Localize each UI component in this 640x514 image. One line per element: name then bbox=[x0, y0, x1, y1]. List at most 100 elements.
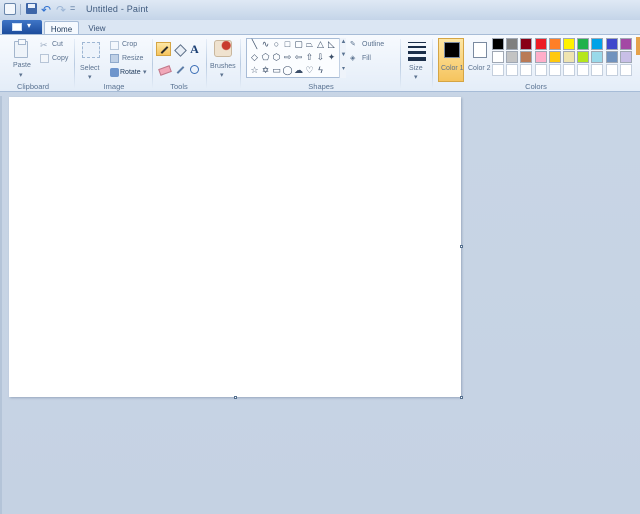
palette-swatch[interactable] bbox=[577, 38, 590, 50]
heart-shape-icon[interactable]: ♡ bbox=[304, 66, 315, 75]
palette-swatch[interactable] bbox=[492, 38, 504, 50]
rounded-rectangle-shape-icon[interactable]: ▢ bbox=[293, 40, 304, 49]
group-divider bbox=[240, 39, 241, 89]
group-divider bbox=[152, 39, 153, 89]
size-button[interactable]: Size ▾ bbox=[406, 38, 428, 81]
text-tool-icon[interactable]: A bbox=[187, 42, 202, 56]
five-point-star-shape-icon[interactable]: ☆ bbox=[249, 66, 260, 75]
four-point-star-shape-icon[interactable]: ✦ bbox=[326, 53, 337, 62]
customize-menu-icon[interactable]: = bbox=[70, 3, 75, 13]
resize-icon[interactable] bbox=[110, 54, 119, 63]
palette-swatch[interactable] bbox=[619, 38, 632, 50]
curve-shape-icon[interactable]: ∿ bbox=[260, 40, 271, 49]
palette-swatch[interactable] bbox=[605, 38, 618, 50]
palette-swatch[interactable] bbox=[591, 38, 604, 50]
paint-menu-button[interactable]: ▾ bbox=[2, 20, 42, 34]
up-arrow-shape-icon[interactable]: ⇧ bbox=[304, 53, 315, 62]
size-thick-line bbox=[408, 51, 426, 54]
pentagon-shape-icon[interactable]: ⬠ bbox=[260, 53, 271, 62]
copy-button[interactable]: Copy bbox=[52, 55, 68, 62]
right-triangle-shape-icon[interactable]: ◺ bbox=[326, 40, 337, 49]
expand-gallery-icon[interactable]: ▾ bbox=[340, 65, 347, 72]
palette-swatch[interactable] bbox=[534, 51, 547, 63]
fill-button[interactable]: Fill bbox=[362, 55, 371, 62]
fill-bucket-icon[interactable] bbox=[172, 42, 187, 56]
magnifier-icon[interactable] bbox=[187, 62, 202, 76]
paste-button[interactable]: Paste ▾ bbox=[8, 38, 36, 80]
color2-button[interactable]: Color 2 bbox=[466, 38, 492, 82]
palette-swatch[interactable] bbox=[563, 51, 575, 63]
polygon-shape-icon[interactable]: ⏢ bbox=[304, 40, 315, 49]
scroll-down-icon[interactable]: ▼ bbox=[340, 52, 347, 58]
custom-color-slot[interactable] bbox=[534, 64, 547, 76]
custom-color-slot[interactable] bbox=[520, 64, 533, 76]
scissors-icon[interactable]: ✂ bbox=[40, 40, 49, 50]
oval-callout-shape-icon[interactable]: ◯ bbox=[282, 66, 293, 75]
eraser-icon[interactable] bbox=[156, 62, 171, 76]
outline-icon[interactable]: ✎ bbox=[350, 40, 356, 48]
palette-swatch[interactable] bbox=[506, 51, 519, 63]
diamond-shape-icon[interactable]: ◇ bbox=[249, 53, 260, 62]
color1-button[interactable]: Color 1 bbox=[438, 38, 464, 82]
crop-button[interactable]: Crop bbox=[122, 41, 137, 48]
rectangle-shape-icon[interactable]: □ bbox=[282, 40, 293, 49]
six-point-star-shape-icon[interactable]: ✡ bbox=[260, 66, 271, 75]
right-arrow-shape-icon[interactable]: ⇨ bbox=[282, 53, 293, 62]
resize-button[interactable]: Resize bbox=[122, 55, 143, 62]
shapes-scrollbar[interactable]: ▲ ▼ ▾ bbox=[339, 38, 346, 78]
palette-swatch[interactable] bbox=[492, 51, 504, 63]
crop-icon[interactable] bbox=[110, 41, 119, 50]
edit-colors-button[interactable] bbox=[636, 37, 640, 55]
down-arrow-shape-icon[interactable]: ⇩ bbox=[315, 53, 326, 62]
pencil-icon[interactable] bbox=[156, 42, 171, 56]
save-icon[interactable] bbox=[26, 3, 37, 14]
brushes-button[interactable]: Brushes ▾ bbox=[210, 38, 236, 82]
palette-swatch[interactable] bbox=[563, 38, 575, 50]
fill-icon[interactable]: ◈ bbox=[350, 54, 355, 62]
rotate-icon[interactable] bbox=[110, 68, 119, 77]
canvas-resize-handle-bottom[interactable] bbox=[234, 396, 237, 399]
palette-swatch[interactable] bbox=[520, 38, 533, 50]
custom-color-slot[interactable] bbox=[492, 64, 504, 76]
left-arrow-shape-icon[interactable]: ⇦ bbox=[293, 53, 304, 62]
chevron-down-icon: ▾ bbox=[414, 74, 418, 81]
palette-swatch[interactable] bbox=[605, 51, 618, 63]
palette-swatch[interactable] bbox=[534, 38, 547, 50]
palette-swatch[interactable] bbox=[591, 51, 604, 63]
custom-color-slot[interactable] bbox=[605, 64, 618, 76]
cut-button[interactable]: Cut bbox=[52, 41, 63, 48]
rounded-callout-shape-icon[interactable]: ▭ bbox=[271, 66, 282, 75]
select-button[interactable]: Select ▾ bbox=[80, 40, 104, 81]
palette-swatch[interactable] bbox=[619, 51, 632, 63]
lightning-shape-icon[interactable]: ϟ bbox=[315, 66, 326, 75]
palette-swatch[interactable] bbox=[548, 51, 561, 63]
copy-icon[interactable] bbox=[40, 54, 49, 63]
oval-shape-icon[interactable]: ○ bbox=[271, 40, 282, 49]
custom-color-slot[interactable] bbox=[619, 64, 632, 76]
palette-swatch[interactable] bbox=[506, 38, 519, 50]
custom-color-slot[interactable] bbox=[577, 64, 590, 76]
redo-icon[interactable]: ↷ bbox=[56, 3, 66, 17]
palette-swatch[interactable] bbox=[548, 38, 561, 50]
paint-app-icon[interactable] bbox=[4, 3, 16, 15]
canvas-resize-handle-right[interactable] bbox=[460, 245, 463, 248]
rotate-button[interactable]: Rotate bbox=[120, 69, 141, 76]
tab-view[interactable]: View bbox=[82, 21, 112, 35]
custom-color-slot[interactable] bbox=[591, 64, 604, 76]
scroll-up-icon[interactable]: ▲ bbox=[340, 39, 347, 45]
line-shape-icon[interactable]: ╲ bbox=[249, 40, 260, 49]
hexagon-shape-icon[interactable]: ⬡ bbox=[271, 53, 282, 62]
custom-color-slot[interactable] bbox=[506, 64, 519, 76]
outline-button[interactable]: Outline bbox=[362, 41, 384, 48]
cloud-callout-shape-icon[interactable]: ☁ bbox=[293, 66, 304, 75]
palette-swatch[interactable] bbox=[577, 51, 590, 63]
custom-color-slot[interactable] bbox=[563, 64, 575, 76]
custom-color-slot[interactable] bbox=[548, 64, 561, 76]
drawing-canvas[interactable] bbox=[9, 97, 461, 397]
triangle-shape-icon[interactable]: △ bbox=[315, 40, 326, 49]
tab-home[interactable]: Home bbox=[44, 21, 79, 35]
canvas-resize-handle-corner[interactable] bbox=[460, 396, 463, 399]
palette-swatch[interactable] bbox=[520, 51, 533, 63]
color-picker-icon[interactable] bbox=[172, 62, 187, 76]
undo-icon[interactable]: ↶ bbox=[41, 3, 51, 17]
